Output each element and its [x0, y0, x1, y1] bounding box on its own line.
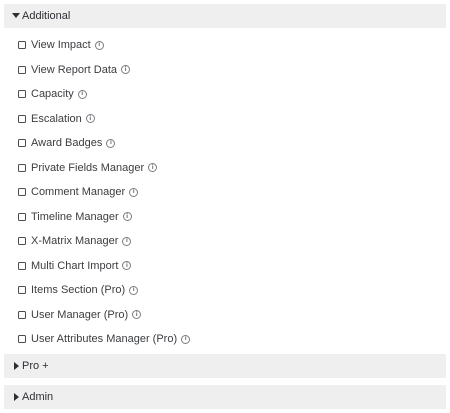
- info-icon[interactable]: i: [129, 285, 139, 295]
- list-item-capacity: Capacity i: [18, 86, 87, 102]
- info-icon[interactable]: i: [77, 89, 87, 99]
- info-icon[interactable]: i: [122, 236, 132, 246]
- caret-down-icon: [12, 12, 20, 20]
- permissions-panel: Additional View Impact i View Report Dat…: [0, 0, 450, 413]
- list-item-comment-manager: Comment Manager i: [18, 184, 139, 200]
- list-item-view-impact: View Impact i: [18, 37, 104, 53]
- list-item-user-attributes-manager-pro: User Attributes Manager (Pro) i: [18, 331, 191, 347]
- item-label: Items Section (Pro): [31, 284, 126, 296]
- item-label: Comment Manager: [31, 186, 126, 198]
- item-label: View Report Data: [31, 63, 118, 76]
- checkbox[interactable]: [18, 41, 26, 49]
- item-label: Capacity: [31, 88, 74, 100]
- info-icon[interactable]: i: [129, 187, 139, 197]
- caret-right-icon: [12, 393, 20, 401]
- item-label: User Attributes Manager (Pro): [31, 333, 178, 345]
- checkbox[interactable]: [18, 310, 26, 319]
- item-label: Award Badges: [31, 137, 103, 149]
- item-label: X-Matrix Manager: [31, 235, 119, 247]
- section-header-pro-plus[interactable]: Pro +: [4, 354, 446, 378]
- info-icon[interactable]: i: [106, 138, 116, 148]
- item-label: Private Fields Manager: [31, 161, 145, 174]
- section-header-admin[interactable]: Admin: [4, 385, 446, 409]
- list-item-multi-chart-import: Multi Chart Import i: [18, 258, 132, 274]
- info-icon[interactable]: i: [132, 310, 142, 319]
- item-label: Timeline Manager: [31, 210, 119, 223]
- list-item-view-report-data: View Report Data i: [18, 62, 131, 78]
- info-icon[interactable]: i: [122, 212, 132, 221]
- list-item-private-fields-manager: Private Fields Manager i: [18, 160, 158, 176]
- checkbox[interactable]: [18, 114, 26, 123]
- list-item-timeline-manager: Timeline Manager i: [18, 209, 132, 225]
- item-label: View Impact: [31, 39, 91, 51]
- info-icon[interactable]: i: [181, 334, 191, 344]
- caret-right-icon: [12, 362, 20, 370]
- info-icon[interactable]: i: [122, 261, 132, 270]
- checkbox[interactable]: [18, 335, 26, 343]
- item-label: User Manager (Pro): [31, 308, 129, 321]
- section-label-admin: Admin: [22, 391, 54, 403]
- checkbox[interactable]: [18, 90, 26, 98]
- list-item-user-manager-pro: User Manager (Pro) i: [18, 307, 142, 323]
- checkbox[interactable]: [18, 261, 26, 270]
- checkbox[interactable]: [18, 237, 26, 245]
- checkbox[interactable]: [18, 286, 26, 294]
- list-item-items-section-pro: Items Section (Pro) i: [18, 282, 139, 298]
- checkbox[interactable]: [18, 65, 26, 74]
- info-icon[interactable]: i: [121, 65, 131, 74]
- section-header-additional[interactable]: Additional: [4, 4, 446, 28]
- checkbox[interactable]: [18, 139, 26, 147]
- section-label-pro-plus: Pro +: [22, 360, 49, 372]
- info-icon[interactable]: i: [94, 40, 104, 50]
- item-label: Escalation: [31, 112, 82, 125]
- list-item-award-badges: Award Badges i: [18, 135, 116, 151]
- section-label-additional: Additional: [22, 10, 71, 22]
- item-label: Multi Chart Import: [31, 259, 119, 272]
- checkbox[interactable]: [18, 188, 26, 196]
- info-icon[interactable]: i: [148, 163, 158, 172]
- checkbox[interactable]: [18, 163, 26, 172]
- list-item-escalation: Escalation i: [18, 111, 95, 127]
- checkbox[interactable]: [18, 212, 26, 221]
- info-icon[interactable]: i: [85, 114, 95, 123]
- list-item-x-matrix-manager: X-Matrix Manager i: [18, 233, 132, 249]
